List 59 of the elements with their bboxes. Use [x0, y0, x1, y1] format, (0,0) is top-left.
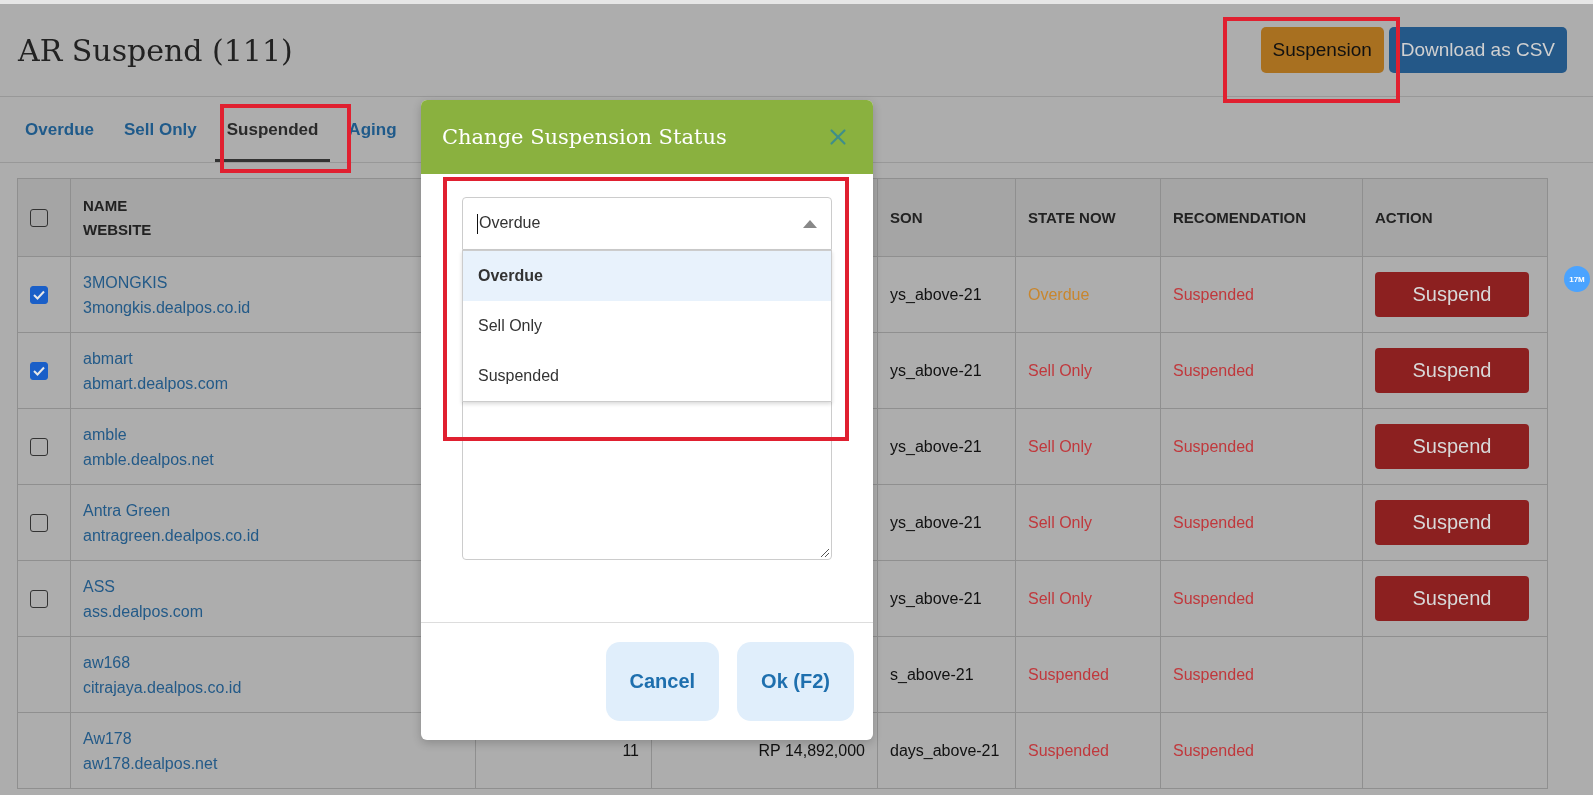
reason-text: s_above-21	[890, 665, 974, 683]
recommendation-text: Suspended	[1173, 437, 1254, 455]
download-button[interactable]: Download as CSV	[1388, 27, 1567, 73]
ok-button[interactable]: Ok (F2)	[737, 642, 854, 721]
column-header: SON	[890, 207, 924, 228]
caret-up-icon	[803, 219, 817, 228]
reason-text: ys_above-21	[890, 589, 982, 607]
cancel-button[interactable]: Cancel	[605, 642, 720, 721]
suspend-button[interactable]: Suspend	[1375, 500, 1529, 545]
reason-text: ys_above-21	[890, 513, 982, 531]
column-header: RECOMENDATION	[1173, 207, 1308, 228]
suspend-button[interactable]: Suspend	[1375, 348, 1529, 393]
suspension-button[interactable]: Suspension	[1260, 27, 1384, 73]
floating-badge[interactable]: 17M	[1564, 266, 1590, 292]
state-text: Suspended	[1028, 665, 1109, 683]
suspend-button[interactable]: Suspend	[1375, 576, 1529, 621]
text-cursor	[477, 213, 478, 234]
row-checkbox[interactable]	[30, 361, 48, 380]
state-text: Sell Only	[1028, 513, 1093, 531]
reason-text: ys_above-21	[890, 361, 982, 379]
status-select[interactable]: Overdue	[462, 197, 832, 250]
select-all-checkbox[interactable]	[30, 208, 48, 227]
amount-text: RP 14,892,000	[758, 741, 865, 759]
column-header: WEBSITE	[83, 219, 153, 240]
recommendation-text: Suspended	[1173, 741, 1254, 759]
state-text: Sell Only	[1028, 361, 1093, 379]
recommendation-text: Suspended	[1173, 285, 1254, 303]
recommendation-text: Suspended	[1173, 361, 1254, 379]
count-text: 11	[622, 741, 639, 759]
suspend-button[interactable]: Suspend	[1375, 272, 1529, 317]
website-link[interactable]: aw178.dealpos.net	[83, 750, 463, 776]
resize-grip-icon[interactable]	[819, 547, 829, 557]
state-text: Suspended	[1028, 741, 1109, 759]
state-text: Sell Only	[1028, 437, 1093, 455]
state-text: Overdue	[1028, 285, 1090, 303]
recommendation-text: Suspended	[1173, 665, 1254, 683]
tab[interactable]: Aging	[336, 97, 409, 162]
tab[interactable]: Suspended	[214, 97, 331, 162]
page-title: AR Suspend (111)	[18, 32, 293, 68]
column-header: STATE NOW	[1028, 207, 1117, 228]
column-header: NAME	[83, 195, 129, 216]
recommendation-text: Suspended	[1173, 513, 1254, 531]
tab[interactable]: Overdue	[13, 97, 106, 162]
dropdown-option[interactable]: Sell Only	[463, 301, 831, 351]
reason-text: ys_above-21	[890, 285, 982, 303]
state-text: Sell Only	[1028, 589, 1093, 607]
dropdown-option[interactable]: Overdue	[463, 251, 831, 301]
row-checkbox[interactable]	[30, 285, 48, 304]
row-checkbox[interactable]	[30, 589, 48, 608]
row-checkbox[interactable]	[30, 437, 48, 456]
row-checkbox[interactable]	[30, 513, 48, 532]
reason-text: ys_above-21	[890, 437, 982, 455]
column-header: ACTION	[1375, 207, 1434, 228]
tab[interactable]: Sell Only	[112, 97, 209, 162]
modal-title: Change Suspension Status	[442, 125, 727, 149]
suspend-button[interactable]: Suspend	[1375, 424, 1529, 469]
dropdown-option[interactable]: Suspended	[463, 351, 831, 401]
reason-text: days_above-21	[890, 741, 1000, 759]
recommendation-text: Suspended	[1173, 589, 1254, 607]
